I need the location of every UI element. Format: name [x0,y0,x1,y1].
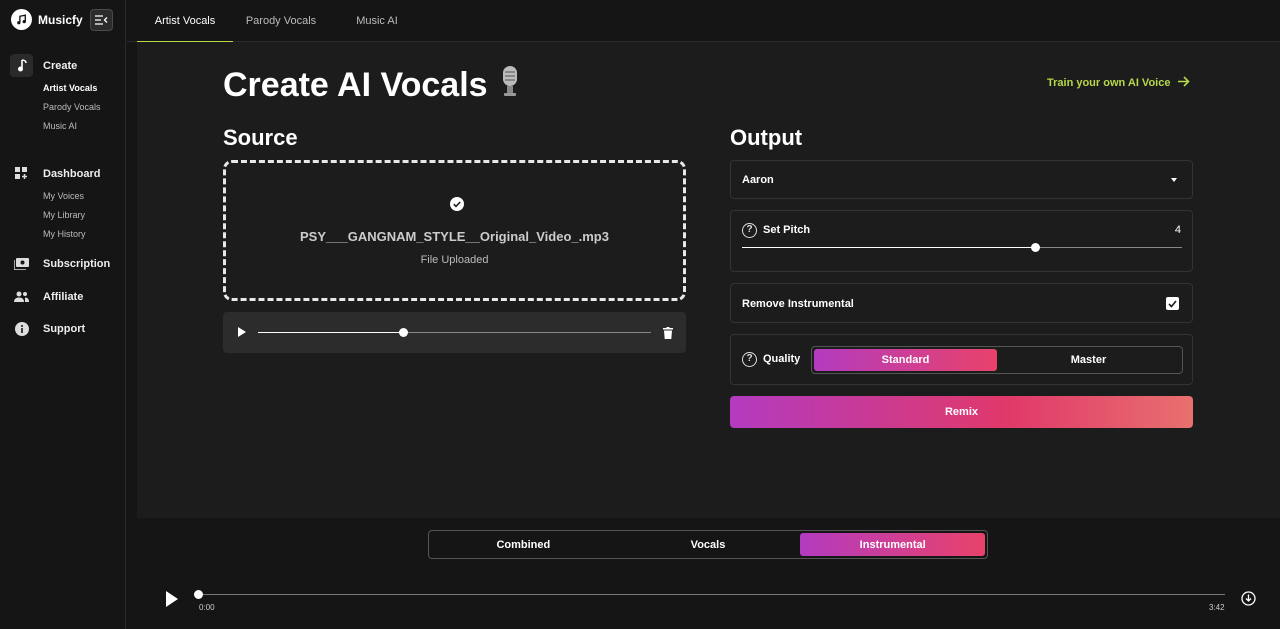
tab-music-ai[interactable]: Music AI [329,0,425,42]
chevron-down-icon [1171,178,1177,182]
stem-option-instrumental[interactable]: Instrumental [800,533,986,556]
sidebar-label-support: Support [43,322,86,335]
stem-option-vocals[interactable]: Vocals [616,533,801,556]
play-icon[interactable] [238,327,246,337]
train-voice-label: Train your own AI Voice [1047,77,1171,89]
source-title: Source [223,125,298,150]
pitch-slider-fill [742,247,1035,248]
source-progress-track[interactable] [258,328,651,337]
sidebar-item-my-history[interactable]: My History [43,229,86,239]
train-voice-link[interactable]: Train your own AI Voice [1047,76,1191,90]
remix-button[interactable]: Remix [730,396,1193,428]
download-icon[interactable] [1241,591,1256,611]
pitch-label: Set Pitch [763,224,811,236]
sidebar-item-my-library[interactable]: My Library [43,210,85,220]
sidebar-label-create: Create [43,59,78,72]
sidebar-item-dashboard[interactable]: Dashboard [10,162,100,185]
remove-instrumental-label: Remove Instrumental [742,298,854,310]
file-dropzone[interactable]: PSY___GANGNAM_STYLE__Original_Video_.mp3… [223,160,686,301]
sidebar-label-dashboard: Dashboard [43,167,101,180]
source-audio-player [223,312,686,353]
quality-label: Quality [763,353,801,365]
brand-name: Musicfy [38,12,83,27]
collapse-menu-icon [95,15,108,25]
help-icon[interactable]: ? [742,352,757,367]
pitch-control: ? Set Pitch 4 [730,210,1193,272]
output-title: Output [730,125,803,150]
stem-toggle: Combined Vocals Instrumental [428,530,988,559]
stem-option-combined[interactable]: Combined [431,533,616,556]
voice-select[interactable]: Aaron [730,160,1193,199]
current-time: 0:00 [199,603,215,612]
source-progress-thumb[interactable] [399,328,409,337]
uploaded-file-name: PSY___GANGNAM_STYLE__Original_Video_.mp3 [300,229,609,244]
sidebar: Musicfy Create Artist Vocals Parody Voca… [0,0,126,629]
upload-status: File Uploaded [420,254,489,266]
collapse-sidebar-button[interactable] [90,9,113,31]
quality-control: ? Quality Standard Master [730,334,1193,385]
quality-toggle: Standard Master [811,346,1183,374]
playback-progress-thumb[interactable] [194,590,203,599]
dashboard-icon [10,162,33,185]
help-icon[interactable]: ? [742,223,757,238]
info-icon [10,317,33,340]
top-tabs: Artist Vocals Parody Vocals Music AI [127,0,1280,43]
arrow-right-icon [1178,76,1191,90]
music-note-logo-icon [11,9,32,30]
sidebar-item-artist-vocals[interactable]: Artist Vocals [43,83,97,93]
sidebar-item-support[interactable]: Support [10,317,85,340]
pitch-value: 4 [1174,224,1181,236]
sidebar-item-affiliate[interactable]: Affiliate [10,285,83,308]
remove-instrumental-row: Remove Instrumental [730,283,1193,323]
microphone-icon [498,64,522,107]
sidebar-item-subscription[interactable]: Subscription [10,252,110,275]
play-icon[interactable] [166,591,178,607]
pitch-slider-thumb[interactable] [1030,243,1040,252]
voice-select-value: Aaron [742,174,774,186]
people-icon [10,285,33,308]
sidebar-label-subscription: Subscription [43,257,111,270]
pitch-slider[interactable] [742,243,1182,252]
sidebar-label-affiliate: Affiliate [43,290,84,303]
sidebar-item-my-voices[interactable]: My Voices [43,191,84,201]
sidebar-item-parody-vocals[interactable]: Parody Vocals [43,102,101,112]
remove-instrumental-checkbox[interactable] [1166,297,1179,310]
trash-icon[interactable] [663,326,673,344]
brand[interactable]: Musicfy [11,9,83,30]
tab-artist-vocals[interactable]: Artist Vocals [137,0,233,43]
tab-parody-vocals[interactable]: Parody Vocals [233,0,329,42]
music-note-icon [10,54,33,77]
sidebar-item-music-ai[interactable]: Music AI [43,121,77,131]
page-title-row: Create AI Vocals [223,64,522,107]
sidebar-item-create[interactable]: Create [10,54,77,77]
checkmark-icon [1168,299,1177,308]
subscription-icon [10,252,33,275]
source-progress-fill [258,332,404,333]
duration: 3:42 [1209,603,1225,612]
playback-progress-track[interactable] [198,594,1225,595]
check-circle-icon [450,197,464,216]
quality-option-standard[interactable]: Standard [814,349,997,371]
quality-option-master[interactable]: Master [997,349,1180,371]
page-title: Create AI Vocals [223,66,488,104]
